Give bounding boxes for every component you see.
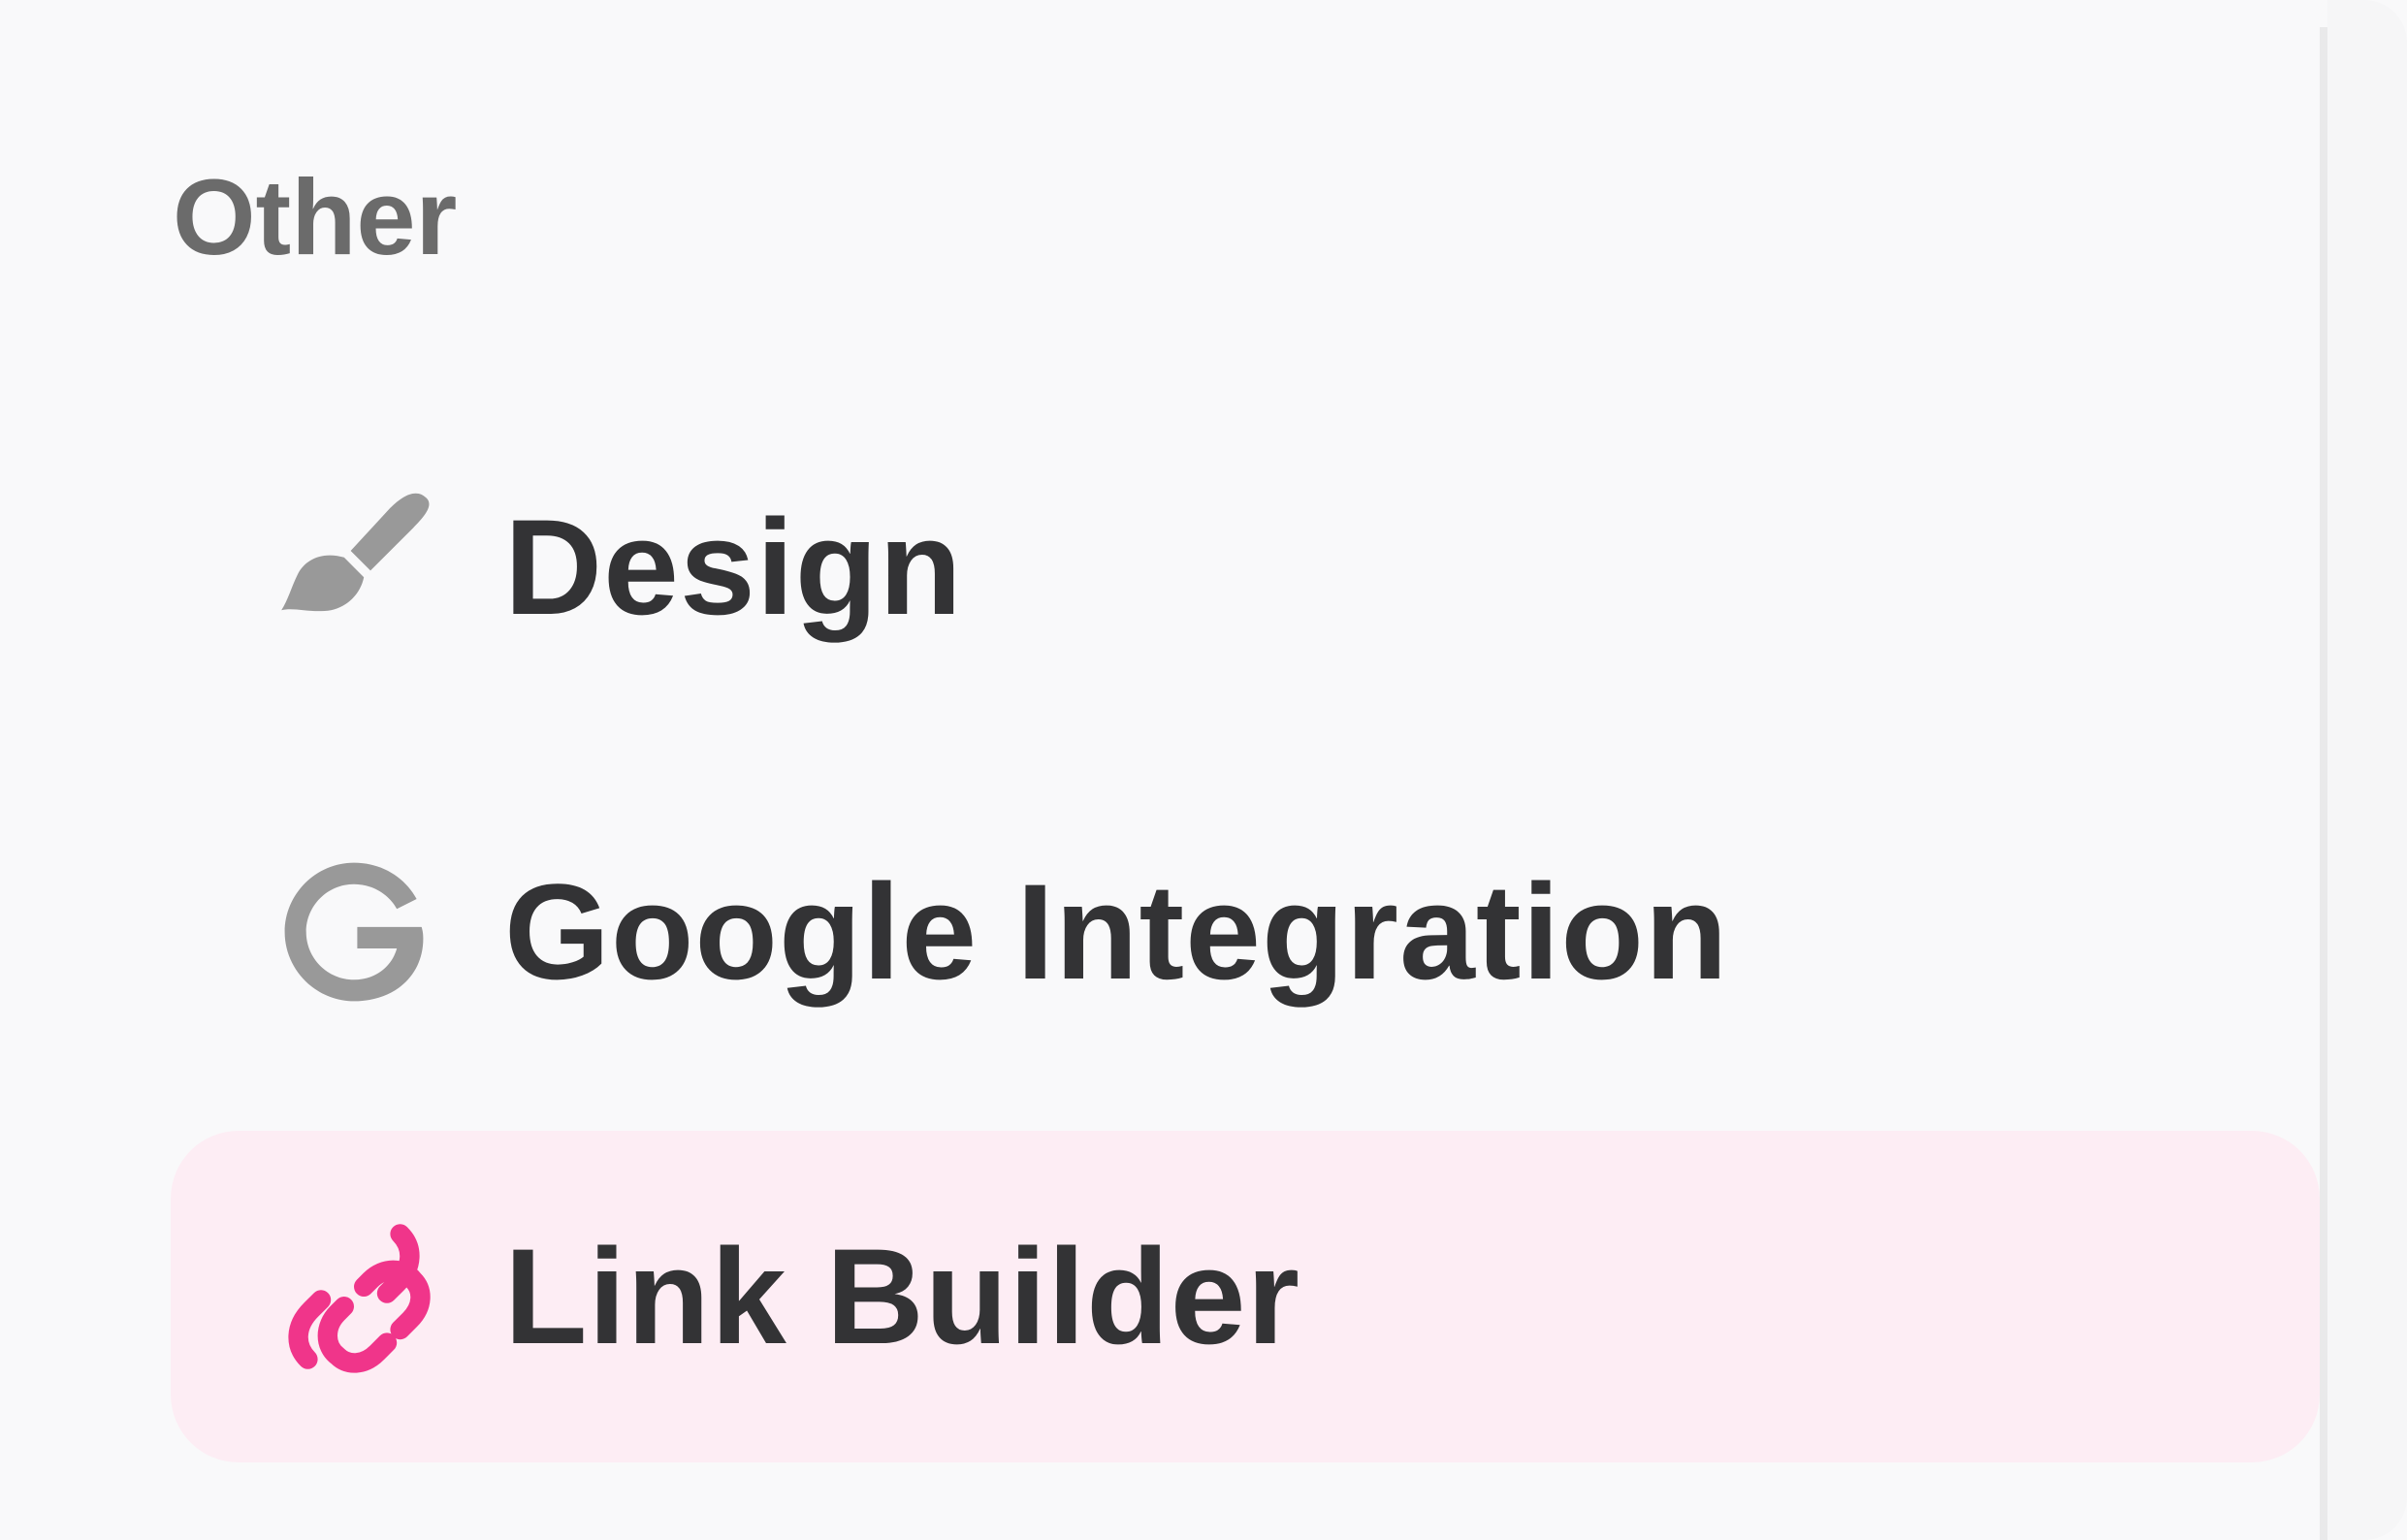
section-title-other: Other (173, 158, 458, 277)
sidebar-item-label: Google Integration (504, 855, 1729, 1008)
main-content-edge (2327, 0, 2407, 1540)
sidebar-divider (2320, 27, 2327, 1540)
sidebar-item-label: Design (504, 491, 963, 643)
sidebar-item-link-builder[interactable]: Link Builder (171, 1131, 2320, 1462)
sidebar-item-design[interactable]: Design (171, 401, 2320, 733)
paintbrush-icon (272, 485, 436, 650)
sidebar-item-google-integration[interactable]: Google Integration (171, 766, 2320, 1098)
app-frame: Other Design Google Integration Link Bui… (0, 0, 2407, 1540)
sidebar: Other Design Google Integration Link Bui… (0, 0, 2320, 1540)
sidebar-item-label: Link Builder (504, 1220, 1300, 1372)
google-g-icon (272, 850, 436, 1014)
link-icon (272, 1214, 436, 1379)
